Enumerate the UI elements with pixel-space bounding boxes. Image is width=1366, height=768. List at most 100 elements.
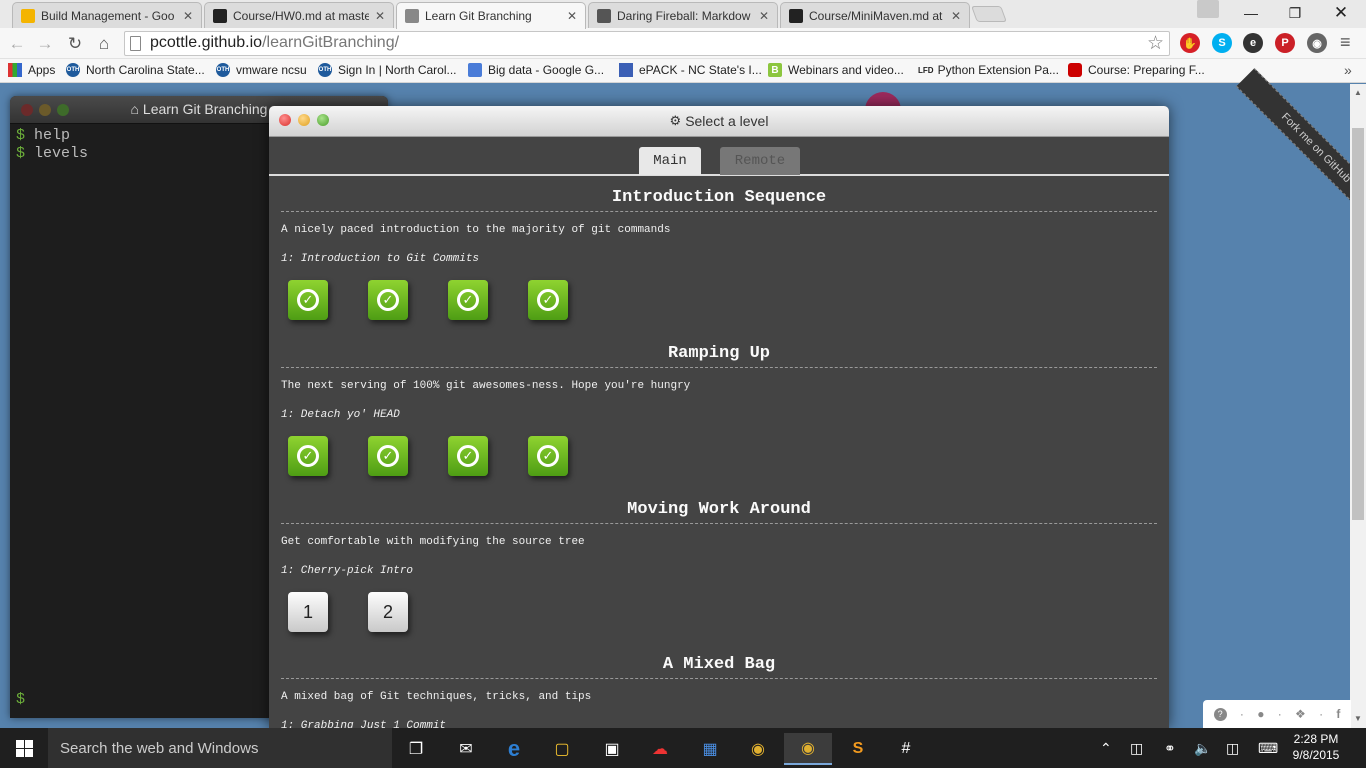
slack-icon[interactable]: # [882, 733, 930, 765]
edge-icon[interactable]: e [490, 733, 538, 765]
user-icon[interactable] [1185, 0, 1231, 26]
level-button[interactable]: ✓ [288, 280, 328, 320]
sequence-description: The next serving of 100% git awesomes-ne… [281, 380, 691, 392]
sequence-list: Introduction Sequence A nicely paced intr… [269, 178, 1169, 728]
bookmark-webinars[interactable]: B Webinars and video... [768, 63, 904, 77]
back-icon[interactable]: ← [6, 33, 28, 55]
facebook-icon[interactable]: f [1336, 707, 1340, 721]
level-sequence: A Mixed Bag A mixed bag of Git techniques… [281, 655, 1157, 728]
terminal-line: $ help [16, 127, 70, 144]
cloud-app-icon[interactable]: ☁ [636, 733, 684, 765]
help-icon[interactable]: ? [1213, 707, 1227, 721]
pinterest-icon[interactable]: P [1275, 33, 1295, 53]
sublime-text-icon[interactable]: S [834, 733, 882, 765]
close-tab-icon[interactable]: ✕ [951, 9, 961, 23]
tray-chevron-icon[interactable]: ⌃ [1100, 740, 1112, 757]
skype-icon[interactable]: S [1212, 33, 1232, 53]
adblock-icon[interactable]: ✋ [1180, 33, 1200, 53]
mail-icon[interactable]: ✉ [442, 733, 490, 765]
home-icon[interactable]: ⌂ [93, 33, 115, 55]
level-button[interactable]: ✓ [528, 436, 568, 476]
globe-icon[interactable]: ● [1257, 707, 1264, 721]
forward-icon[interactable]: → [34, 33, 56, 55]
keyboard-icon[interactable]: ⌨ [1258, 740, 1278, 757]
twitter-icon[interactable]: ❖ [1295, 707, 1306, 721]
bookmark-label: Apps [28, 63, 56, 77]
scroll-up-icon[interactable]: ▲ [1354, 88, 1362, 97]
bookmark-python[interactable]: LFD Python Extension Pa... [918, 63, 1059, 77]
browser-tab[interactable]: Course/HW0.md at maste ✕ [204, 2, 394, 28]
taskbar-search-input[interactable]: Search the web and Windows [48, 728, 392, 768]
separator-dot: · [1319, 707, 1324, 721]
level-button[interactable]: ✓ [288, 436, 328, 476]
bookmarks-overflow-icon[interactable]: » [1344, 62, 1352, 78]
close-tab-icon[interactable]: ✕ [567, 9, 577, 23]
clock-time: 2:28 PM [1293, 732, 1339, 746]
bookmark-vmware[interactable]: OTH vmware ncsu [216, 63, 307, 77]
close-tab-icon[interactable]: ✕ [759, 9, 769, 23]
browser-tab[interactable]: Course/MiniMaven.md at ✕ [780, 2, 970, 28]
home-icon: ⌂ [130, 101, 143, 117]
file-explorer-icon[interactable]: ▢ [538, 733, 586, 765]
level-button[interactable]: 1 [288, 592, 328, 632]
epack-icon [619, 63, 633, 77]
github-icon [213, 8, 227, 23]
level-button[interactable]: ✓ [368, 436, 408, 476]
notifications-icon[interactable]: ◫ [1226, 740, 1239, 757]
taskbar-clock[interactable]: 2:28 PM 9/8/2015 [1290, 731, 1342, 763]
menu-icon[interactable]: ≡ [1340, 33, 1351, 51]
gear-icon: ⚙ [669, 113, 682, 128]
lfd-icon: LFD [918, 65, 934, 75]
modal-titlebar[interactable]: ⚙ Select a level [269, 106, 1169, 137]
scroll-down-icon[interactable]: ▼ [1354, 714, 1362, 723]
close-tab-icon[interactable]: ✕ [183, 9, 193, 23]
reload-icon[interactable]: ↻ [64, 33, 86, 55]
volume-muted-icon[interactable]: 🔈 [1194, 740, 1211, 757]
windows-start-icon[interactable] [0, 728, 48, 768]
zoom-dot-icon[interactable] [317, 114, 329, 126]
task-view-icon[interactable]: ❐ [392, 733, 440, 765]
browser-tab[interactable]: Daring Fireball: Markdow ✕ [588, 2, 778, 28]
bookmark-ncsu[interactable]: OTH North Carolina State... [66, 63, 205, 77]
browser-tab[interactable]: Build Management - Goo ✕ [12, 2, 202, 28]
bookmark-bigdata[interactable]: Big data - Google G... [468, 63, 604, 77]
store-icon[interactable]: ▣ [588, 733, 636, 765]
network-adapter-icon[interactable]: ◫ [1130, 740, 1143, 757]
bookmark-signin[interactable]: OTH Sign In | North Carol... [318, 63, 457, 77]
evernote-icon[interactable]: e [1243, 33, 1263, 53]
clock-date: 9/8/2015 [1292, 748, 1340, 762]
close-dot-icon[interactable] [279, 114, 291, 126]
minimize-icon[interactable]: — [1228, 0, 1274, 26]
new-tab-button[interactable] [971, 6, 1007, 22]
bookmark-star-icon[interactable]: ☆ [1147, 32, 1164, 55]
level-number: 1 [302, 601, 313, 622]
tab-remote[interactable]: Remote [720, 147, 800, 175]
minimize-dot-icon[interactable] [298, 114, 310, 126]
chrome-icon[interactable]: ◉ [734, 733, 782, 765]
tab-main[interactable]: Main [639, 147, 701, 175]
separator-dot: · [1239, 707, 1244, 721]
oth-icon: OTH [318, 63, 332, 77]
calendar-app-icon[interactable]: ▦ [686, 733, 734, 765]
terminal-prompt: $ [16, 691, 26, 708]
bookmark-apps[interactable]: Apps [8, 63, 55, 77]
bookmark-label: Python Extension Pa... [937, 63, 1059, 77]
level-button[interactable]: 2 [368, 592, 408, 632]
bookmark-course[interactable]: Course: Preparing F... [1068, 63, 1205, 77]
terminal-input-line[interactable]: $ [16, 691, 34, 708]
level-button[interactable]: ✓ [528, 280, 568, 320]
scrollbar-thumb[interactable] [1352, 128, 1364, 520]
level-button[interactable]: ✓ [368, 280, 408, 320]
level-button[interactable]: ✓ [448, 436, 488, 476]
eye-extension-icon[interactable]: ◉ [1307, 33, 1327, 53]
level-button[interactable]: ✓ [448, 280, 488, 320]
close-tab-icon[interactable]: ✕ [375, 9, 385, 23]
bookmark-epack[interactable]: ePACK - NC State's I... [619, 63, 762, 77]
chrome-active-icon[interactable]: ◉ [784, 733, 832, 765]
url-text[interactable]: pcottle.github.io/learnGitBranching/ [150, 34, 399, 52]
modal-title: ⚙ Select a level [670, 113, 769, 129]
close-window-icon[interactable]: ✕ [1318, 0, 1364, 26]
maximize-icon[interactable]: ❐ [1272, 0, 1318, 26]
wifi-icon[interactable]: ⚭ [1164, 740, 1176, 757]
browser-tab[interactable]: Learn Git Branching ✕ [396, 2, 586, 29]
